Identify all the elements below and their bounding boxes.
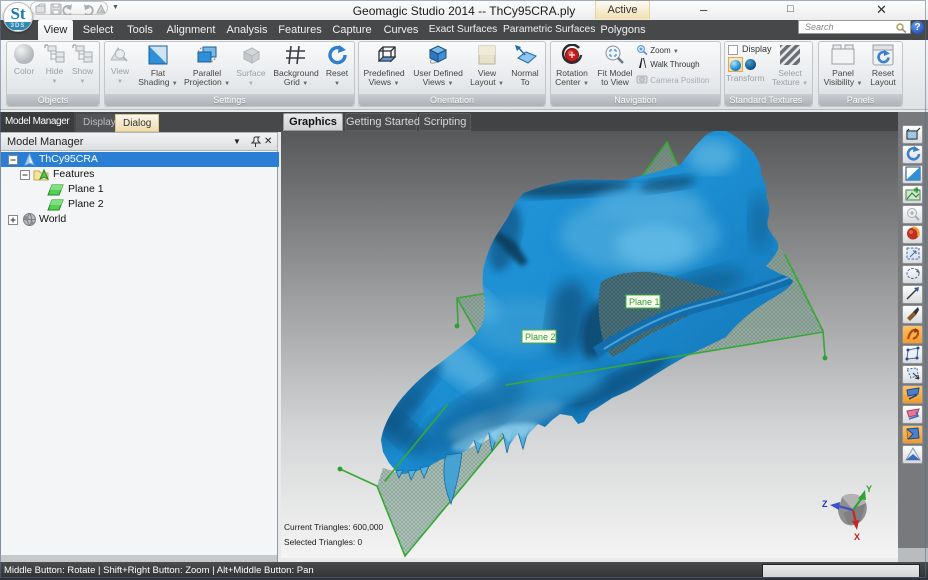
svg-text:Plane 2: Plane 2: [525, 332, 556, 342]
svg-text:Selected Triangles: 0: Selected Triangles: 0: [284, 537, 363, 547]
svg-text:X: X: [854, 532, 860, 542]
svg-text:Y: Y: [866, 484, 872, 494]
svg-text:Z: Z: [822, 499, 828, 509]
svg-text:Plane 1: Plane 1: [629, 297, 660, 307]
svg-text:Current Triangles: 600,000: Current Triangles: 600,000: [284, 522, 384, 532]
